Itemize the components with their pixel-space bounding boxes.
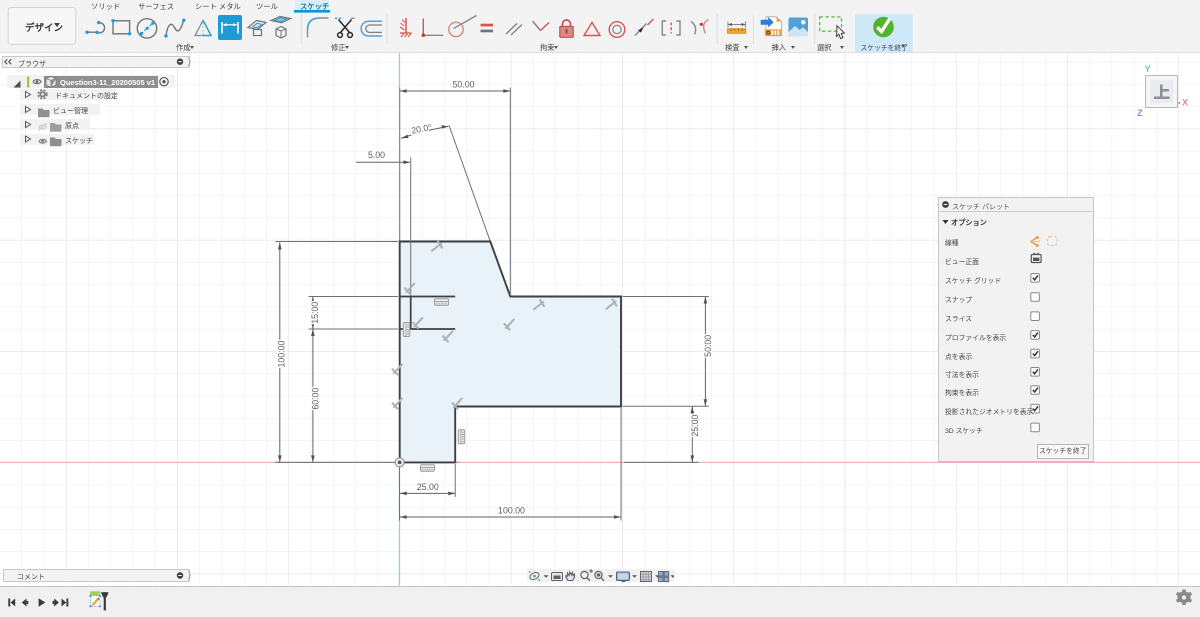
svg-text:25.00: 25.00: [417, 482, 439, 492]
svg-text:Z: Z: [1137, 108, 1143, 119]
svg-text:25.00: 25.00: [690, 414, 700, 436]
svg-text:50.00: 50.00: [703, 335, 713, 357]
svg-text:60.00: 60.00: [310, 387, 320, 409]
svg-text:X: X: [1182, 98, 1189, 109]
svg-text:100.00: 100.00: [498, 506, 525, 516]
svg-text:15.00: 15.00: [310, 302, 320, 324]
svg-text:Y: Y: [1145, 64, 1152, 75]
svg-text:50.00: 50.00: [452, 79, 474, 89]
svg-text:100.00: 100.00: [276, 340, 286, 367]
svg-text:5.00: 5.00: [368, 150, 385, 160]
